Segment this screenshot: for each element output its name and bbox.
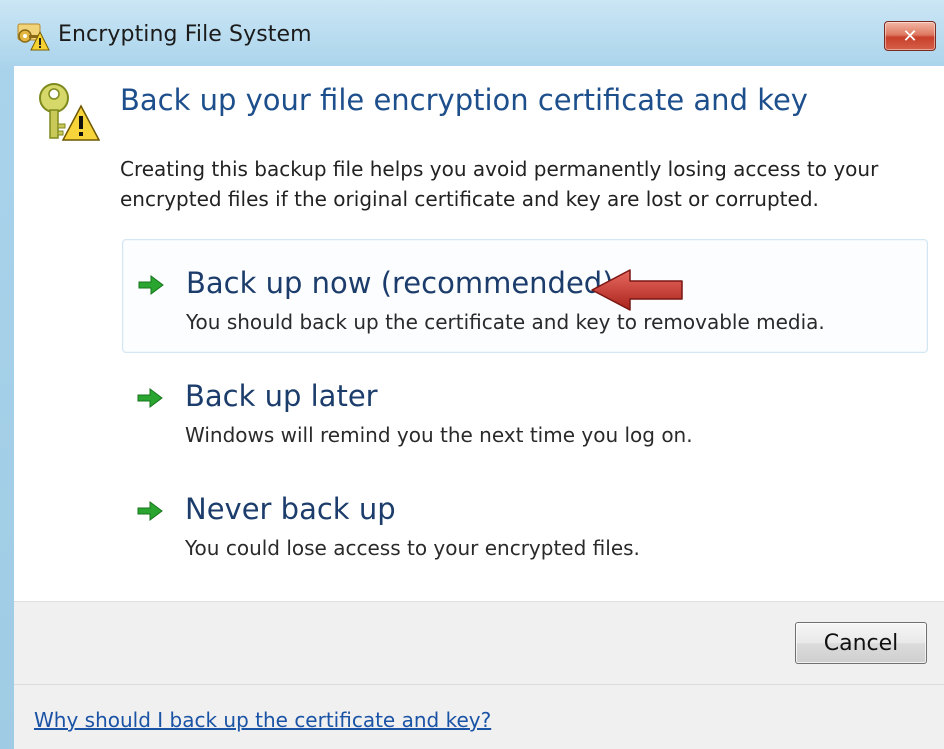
option-title: Back up later [185,379,378,413]
option-back-up-now[interactable]: Back up now (recommended) You should bac… [122,239,928,353]
option-back-up-later[interactable]: Back up later Windows will remind you th… [122,353,926,465]
close-button[interactable]: ✕ [884,21,936,51]
option-description: You should back up the certificate and k… [186,310,825,334]
window-title: Encrypting File System [58,22,312,47]
footer-divider [14,684,944,685]
dialog-content: Back up your file encryption certificate… [14,66,944,749]
efs-key-warning-icon [17,23,50,51]
title-bar[interactable]: Encrypting File System ✕ [0,0,944,66]
option-title: Never back up [185,492,396,526]
red-pointer-arrow-icon [591,269,683,311]
green-arrow-icon [137,501,163,521]
green-arrow-icon [137,388,163,408]
page-description: Creating this backup file helps you avoi… [120,157,879,211]
option-description: You could lose access to your encrypted … [185,536,640,560]
cancel-button[interactable]: Cancel [795,622,927,664]
page-heading: Back up your file encryption certificate… [120,83,808,117]
dialog-footer: Cancel Why should I back up the certific… [14,601,944,749]
option-description: Windows will remind you the next time yo… [185,423,693,447]
dialog-window: Encrypting File System ✕ Back up your fi… [0,0,944,749]
option-never-back-up[interactable]: Never back up You could lose access to y… [122,466,926,578]
key-warning-icon [39,83,100,141]
option-title: Back up now (recommended) [186,266,614,300]
help-link[interactable]: Why should I back up the certificate and… [34,708,491,732]
close-icon: ✕ [902,25,918,47]
green-arrow-icon [138,275,164,295]
